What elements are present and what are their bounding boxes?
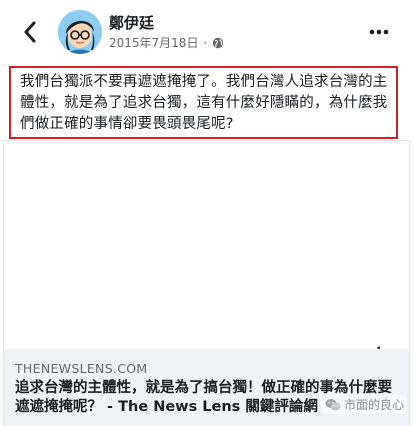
link-preview-card[interactable]: i THENEWSLENS.COM 追求台灣的主體性，就是為了搞台獨！做正確的事… — [3, 140, 410, 426]
link-preview-image[interactable] — [4, 141, 409, 349]
back-button[interactable] — [18, 20, 42, 44]
post-screen: 鄭伊廷 2015年7月18日 · 我們台獨派不要再遮遮掩掩了。我們台灣人追求台灣… — [0, 0, 413, 426]
link-domain: THENEWSLENS.COM — [15, 361, 148, 376]
watermark: 市面的良心 — [321, 395, 407, 414]
post-header: 鄭伊廷 2015年7月18日 · — [0, 0, 413, 62]
post-text: 我們台獨派不要再遮遮掩掩了。我們台灣人追求台灣的主體性，就是為了追求台獨，這有什… — [20, 74, 388, 132]
avatar-illustration — [58, 10, 102, 54]
highlighted-post-text: 我們台獨派不要再遮遮掩掩了。我們台灣人追求台灣的主體性，就是為了追求台獨，這有什… — [9, 66, 398, 139]
wechat-icon — [325, 398, 341, 410]
post-date[interactable]: 2015年7月18日 — [109, 34, 198, 51]
globe-icon[interactable] — [212, 37, 224, 49]
post-meta: 2015年7月18日 · — [109, 34, 224, 51]
meta-separator: · — [203, 35, 208, 50]
author-name[interactable]: 鄭伊廷 — [109, 12, 154, 33]
avatar[interactable] — [58, 10, 102, 54]
chevron-left-icon — [24, 21, 36, 43]
ellipsis-icon — [369, 29, 389, 35]
watermark-text: 市面的良心 — [343, 398, 404, 412]
link-preview-footer[interactable]: THENEWSLENS.COM 追求台灣的主體性，就是為了搞台獨！做正確的事為什… — [4, 349, 409, 426]
more-options-button[interactable] — [367, 22, 391, 42]
